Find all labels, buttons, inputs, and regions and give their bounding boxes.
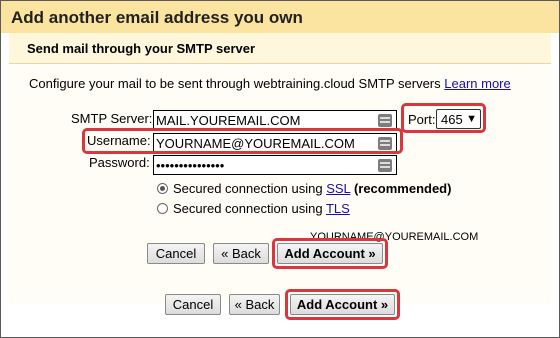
- username-value: YOURNAME@YOUREMAIL.COM: [156, 136, 355, 151]
- add-account-button[interactable]: Add Account »: [290, 294, 395, 315]
- ssl-option-label[interactable]: Secured connection using SSL (recommende…: [173, 181, 451, 196]
- smtp-server-label: SMTP Server:: [71, 111, 153, 126]
- ssl-radio[interactable]: [157, 183, 168, 194]
- dialog-titlebar: Add another email address you own: [1, 1, 559, 33]
- key-icon[interactable]: [378, 114, 392, 127]
- smtp-server-value: MAIL.YOUREMAIL.COM: [156, 113, 301, 128]
- key-icon[interactable]: [378, 159, 392, 172]
- port-label: Port:: [408, 112, 436, 127]
- cancel-button[interactable]: Cancel: [165, 294, 221, 315]
- smtp-server-input[interactable]: MAIL.YOUREMAIL.COM: [153, 110, 397, 130]
- back-button[interactable]: « Back: [213, 243, 269, 264]
- dialog-body: Send mail through your SMTP server Confi…: [9, 33, 551, 303]
- username-input[interactable]: YOURNAME@YOUREMAIL.COM: [153, 133, 397, 153]
- learn-more-link[interactable]: Learn more: [444, 76, 510, 91]
- cancel-button[interactable]: Cancel: [147, 243, 205, 264]
- back-button[interactable]: « Back: [229, 294, 280, 315]
- chevron-down-icon: ▼: [466, 113, 477, 125]
- key-icon[interactable]: [378, 137, 392, 150]
- dialog-title: Add another email address you own: [11, 8, 303, 27]
- smtp-description: Configure your mail to be sent through w…: [29, 76, 511, 91]
- port-value: 465: [441, 112, 463, 127]
- overlay-username-text: YOURNAME@YOUREMAIL.COM: [310, 231, 479, 243]
- password-value: •••••••••••••••: [156, 158, 225, 173]
- tls-radio[interactable]: [157, 203, 168, 214]
- add-account-button[interactable]: Add Account »: [277, 243, 383, 264]
- section-header: Send mail through your SMTP server: [9, 33, 551, 64]
- description-text: Configure your mail to be sent through w…: [29, 76, 441, 91]
- tls-prefix: Secured connection using: [173, 201, 326, 216]
- add-email-dialog: Add another email address you own Send m…: [0, 0, 560, 338]
- section-title: Send mail through your SMTP server: [27, 41, 256, 56]
- tls-link[interactable]: TLS: [326, 201, 350, 216]
- username-label: Username:: [87, 133, 151, 148]
- ssl-recommended: (recommended): [353, 181, 452, 196]
- password-label: Password:: [89, 155, 150, 170]
- port-select[interactable]: 465 ▼: [436, 109, 481, 129]
- ssl-link[interactable]: SSL: [326, 181, 350, 196]
- ssl-prefix: Secured connection using: [173, 181, 327, 196]
- tls-option-label[interactable]: Secured connection using TLS: [173, 201, 350, 216]
- password-input[interactable]: •••••••••••••••: [153, 155, 397, 175]
